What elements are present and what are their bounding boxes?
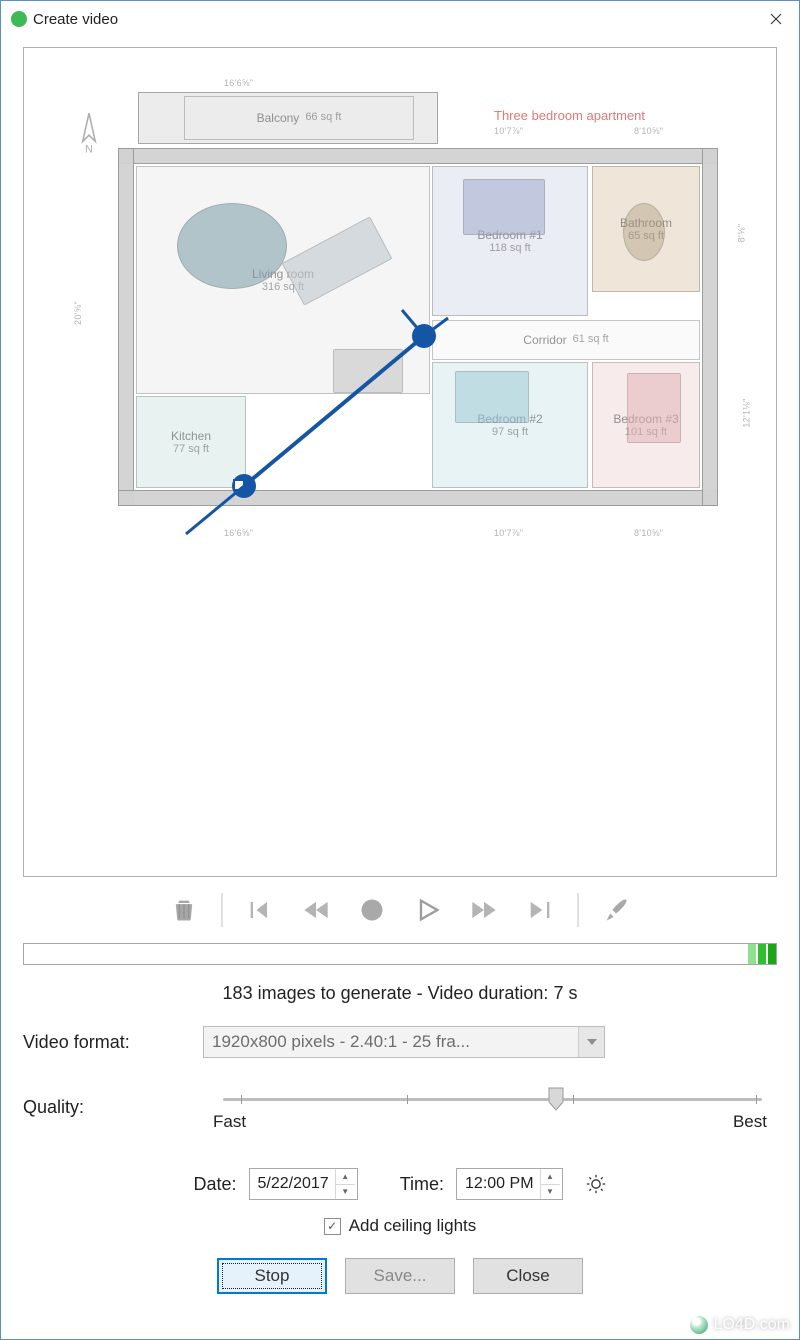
chevron-down-icon <box>578 1027 604 1057</box>
quality-slider[interactable]: Fast Best <box>213 1084 767 1130</box>
floorplan-title: Three bedroom apartment <box>494 108 645 123</box>
room-living: Living room316 sq ft <box>136 166 430 394</box>
room-bedroom1: Bedroom #1118 sq ft <box>432 166 588 316</box>
dim-bottom-mid: 10'7⅞" <box>494 528 523 538</box>
time-label: Time: <box>400 1174 444 1195</box>
stop-button[interactable]: Stop <box>217 1258 327 1294</box>
status-text: 183 images to generate - Video duration:… <box>23 983 777 1004</box>
dialog-content: Three bedroom apartment N 16'6⅝" 10'7⅞" … <box>1 37 799 1339</box>
time-input[interactable]: 12:00 PM ▲▼ <box>456 1168 562 1200</box>
room-corridor: Corridor61 sq ft <box>432 320 700 360</box>
dim-bottom-left: 16'6⅝" <box>224 528 253 538</box>
save-button[interactable]: Save... <box>345 1258 455 1294</box>
wall <box>702 148 718 506</box>
date-input[interactable]: 5/22/2017 ▲▼ <box>249 1168 358 1200</box>
furniture-bed <box>463 179 545 235</box>
rewind-icon[interactable] <box>297 893 335 927</box>
quality-label: Quality: <box>23 1097 203 1118</box>
room-bedroom2: Bedroom #297 sq ft <box>432 362 588 488</box>
progress-bar <box>23 943 777 965</box>
ceiling-lights-label: Add ceiling lights <box>349 1216 477 1236</box>
ceiling-lights-row: ✓ Add ceiling lights <box>23 1216 777 1236</box>
dim-bottom-right: 8'10⅝" <box>634 528 663 538</box>
close-button[interactable]: Close <box>473 1258 583 1294</box>
sun-settings-icon[interactable] <box>585 1173 607 1195</box>
room-balcony: Balcony 66 sq ft <box>184 96 414 140</box>
furniture-table <box>177 203 287 289</box>
dim-top-right: 8'10⅝" <box>634 126 663 136</box>
furniture-bed <box>455 371 529 423</box>
record-icon[interactable] <box>353 893 391 927</box>
dim-top-left: 16'6⅝" <box>224 78 253 88</box>
preview-canvas[interactable]: Three bedroom apartment N 16'6⅝" 10'7⅞" … <box>23 47 777 877</box>
furniture-dinette <box>333 349 403 393</box>
trash-icon[interactable] <box>165 893 203 927</box>
close-window-button[interactable] <box>753 3 799 35</box>
watermark-text: LO4D.com <box>714 1316 790 1334</box>
furniture-tub <box>623 203 665 261</box>
furniture-sofa <box>282 216 393 305</box>
date-spinner[interactable]: ▲▼ <box>335 1169 355 1199</box>
separator <box>577 893 579 927</box>
skip-end-icon[interactable] <box>521 893 559 927</box>
wall <box>118 148 134 506</box>
watermark: LO4D.com <box>690 1316 790 1334</box>
video-format-combo[interactable]: 1920x800 pixels - 2.40:1 - 25 fra... <box>203 1026 605 1058</box>
room-bedroom3: Bedroom #3101 sq ft <box>592 362 700 488</box>
room-bathroom: Bathroom65 sq ft <box>592 166 700 292</box>
room-kitchen: Kitchen77 sq ft <box>136 396 246 488</box>
brush-icon[interactable] <box>597 893 635 927</box>
dim-top-mid: 10'7⅞" <box>494 126 523 136</box>
date-label: Date: <box>193 1174 236 1195</box>
slider-thumb-icon[interactable] <box>547 1086 565 1112</box>
dim-left: 20'⅝" <box>73 301 83 325</box>
fast-forward-icon[interactable] <box>465 893 503 927</box>
quality-row: Quality: Fast Best <box>23 1084 777 1130</box>
quality-best-label: Best <box>733 1112 767 1132</box>
dim-right-lower: 12'1⅛" <box>742 398 752 427</box>
quality-fast-label: Fast <box>213 1112 246 1132</box>
separator <box>221 893 223 927</box>
datetime-row: Date: 5/22/2017 ▲▼ Time: 12:00 PM ▲▼ <box>23 1168 777 1200</box>
video-format-label: Video format: <box>23 1032 203 1053</box>
ceiling-lights-checkbox[interactable]: ✓ <box>324 1218 341 1235</box>
title-bar: Create video <box>1 1 799 37</box>
dialog-window: Create video Three bedroom apartment N 1… <box>0 0 800 1340</box>
floorplan: Three bedroom apartment N 16'6⅝" 10'7⅞" … <box>24 48 776 548</box>
video-format-row: Video format: 1920x800 pixels - 2.40:1 -… <box>23 1026 777 1058</box>
furniture-bed <box>627 373 681 443</box>
play-icon[interactable] <box>409 893 447 927</box>
wall <box>118 490 718 506</box>
wall <box>118 148 718 164</box>
time-spinner[interactable]: ▲▼ <box>540 1169 560 1199</box>
skip-start-icon[interactable] <box>241 893 279 927</box>
app-icon <box>11 11 27 27</box>
progress-fill <box>746 944 776 964</box>
dialog-buttons: Stop Save... Close <box>23 1258 777 1294</box>
watermark-icon <box>690 1316 708 1334</box>
dim-right-upper: 8'⅝" <box>736 224 746 243</box>
svg-text:N: N <box>85 143 93 154</box>
window-title: Create video <box>33 11 753 28</box>
playback-controls <box>23 893 777 927</box>
compass-icon: N <box>72 110 106 154</box>
